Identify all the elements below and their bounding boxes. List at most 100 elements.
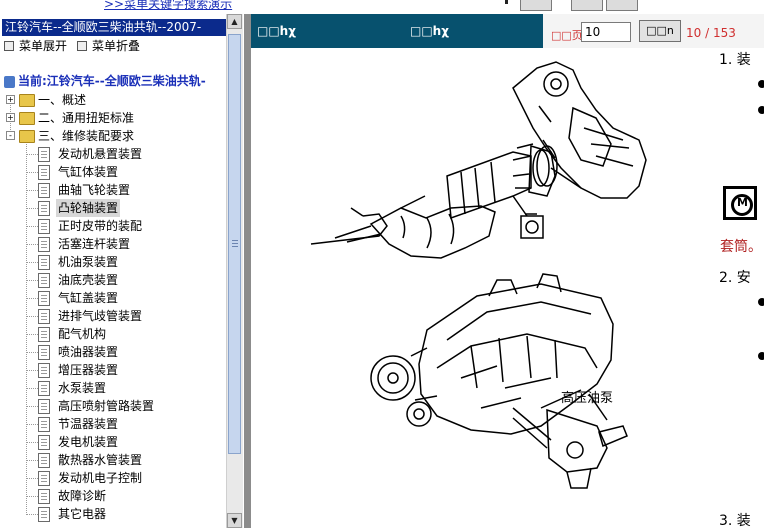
document-icon [38, 417, 50, 432]
tree-item[interactable]: 故障诊断 [0, 487, 226, 505]
tree-branch-line [26, 496, 38, 497]
scroll-thumb[interactable] [228, 34, 241, 454]
bullet-2 [758, 106, 764, 114]
tree-item[interactable]: 机油泵装置 [0, 253, 226, 271]
step-1-text: 1. 装 [719, 52, 751, 68]
scroll-grip-icon [232, 240, 238, 241]
tree-item-label: 气缸盖装置 [58, 291, 119, 305]
folder-icon [19, 94, 35, 107]
top-strip: >>菜单关键字搜索演示 [0, 0, 764, 14]
document-icon [38, 237, 50, 252]
tree-item[interactable]: 喷油器装置 [0, 343, 226, 361]
computer-icon [4, 75, 15, 88]
document-viewer[interactable]: 高压油泵 1. 装 M 套筒。 2. 安 3. 装 [251, 48, 764, 528]
tree-branch-line [26, 298, 38, 299]
tree-branch-line [26, 262, 38, 263]
document-icon [38, 309, 50, 324]
collapse-menu-label: 菜单折叠 [92, 39, 141, 53]
toolbar-fragment [505, 0, 508, 4]
tree-item-label: 其它电器 [58, 507, 107, 521]
tree-folder-label: 三、维修装配要求 [38, 129, 135, 143]
tree-folder-1[interactable]: + 一、概述 [0, 91, 226, 109]
document-icon [38, 219, 50, 234]
tree-branch-line [26, 244, 38, 245]
tree-item-label: 故障诊断 [58, 489, 107, 503]
tree-item-label: 散热器水管装置 [58, 453, 143, 467]
tree-item[interactable]: 凸轮轴装置 [0, 199, 226, 217]
document-icon [38, 255, 50, 270]
tree-item-label: 正时皮带的装配 [58, 219, 143, 233]
tree-item[interactable]: 正时皮带的装配 [0, 217, 226, 235]
tree-item[interactable]: 高压喷射管路装置 [0, 397, 226, 415]
collapse-menu-button[interactable]: 菜单折叠 [77, 38, 140, 55]
tree-branch-line [26, 172, 38, 173]
page-count: 10 / 153 [686, 26, 736, 40]
tree-item[interactable]: 节温器装置 [0, 415, 226, 433]
expand-toggle-icon[interactable]: + [6, 113, 15, 122]
expand-toggle-icon[interactable]: + [6, 95, 15, 104]
step-3-text: 3. 装 [719, 513, 751, 528]
toolbar-button-1[interactable] [520, 0, 552, 11]
expand-toggle-icon[interactable]: - [6, 131, 15, 140]
tree-scrollbar[interactable]: ▲ ▼ [226, 14, 243, 528]
tree-branch-line [26, 226, 38, 227]
panel-title: 江铃汽车--全顺欧三柴油共轨--2007- [2, 19, 227, 36]
step-2-text: 2. 安 [719, 270, 751, 286]
keyword-search-demo-link[interactable]: >>菜单关键字搜索演示 [104, 0, 232, 12]
tree-folder-2[interactable]: + 二、通用扭矩标准 [0, 109, 226, 127]
tree-branch-line [26, 154, 38, 155]
document-icon [38, 453, 50, 468]
navigation-panel: 江铃汽车--全顺欧三柴油共轨--2007- 菜单展开 菜单折叠 当前:江铃汽车-… [0, 14, 244, 528]
scroll-up-arrow-icon[interactable]: ▲ [227, 14, 242, 29]
tree-folder-label: 二、通用扭矩标准 [38, 111, 135, 125]
tree-item[interactable]: 曲轴飞轮装置 [0, 181, 226, 199]
tree-branch-line [26, 190, 38, 191]
tree-item[interactable]: 散热器水管装置 [0, 451, 226, 469]
tree-branch-line [26, 316, 38, 317]
folder-icon [19, 112, 35, 125]
document-icon [38, 471, 50, 486]
tree-branch-line [26, 208, 38, 209]
collapse-icon [77, 40, 87, 51]
toolbar-button-3[interactable] [606, 0, 638, 11]
document-icon [38, 399, 50, 414]
camshaft-seal-diagram [310, 61, 647, 259]
tree-item[interactable]: 发电机装置 [0, 433, 226, 451]
folder-icon [19, 130, 35, 143]
page-number-input[interactable] [581, 22, 631, 42]
tree-item[interactable]: 发动机悬置装置 [0, 145, 226, 163]
tree-item[interactable]: 油底壳装置 [0, 271, 226, 289]
socket-text: 套筒。 [720, 239, 762, 255]
tree-item-label: 发动机悬置装置 [58, 147, 143, 161]
document-icon [38, 183, 50, 198]
toolbar-button-2[interactable] [571, 0, 603, 11]
tree-item[interactable]: 增压器装置 [0, 361, 226, 379]
viewer-header-right: □□hχ [410, 24, 449, 38]
tree-item[interactable]: 其它电器 [0, 505, 226, 523]
tree-item[interactable]: 气缸盖装置 [0, 289, 226, 307]
tree-branch-line [26, 334, 38, 335]
expand-menu-button[interactable]: 菜单展开 [4, 38, 67, 55]
tree-item-label: 活塞连杆装置 [58, 237, 131, 251]
tree-item[interactable]: 水泵装置 [0, 379, 226, 397]
document-icon [38, 327, 50, 342]
tree-item[interactable]: 活塞连杆装置 [0, 235, 226, 253]
panel-splitter[interactable] [244, 14, 251, 528]
bullet-3 [758, 298, 764, 306]
tree-folder-label: 一、概述 [38, 93, 87, 107]
go-page-button[interactable]: □□n [639, 20, 681, 42]
tree-item-label: 高压喷射管路装置 [58, 399, 155, 413]
tree-branch-line [26, 514, 38, 515]
tree-branch-line [26, 424, 38, 425]
tree-item[interactable]: 配气机构 [0, 325, 226, 343]
tree-folder-3[interactable]: - 三、维修装配要求 [0, 127, 226, 145]
tree-item-label: 凸轮轴装置 [56, 199, 121, 217]
tree-item[interactable]: 发动机电子控制 [0, 469, 226, 487]
tree-item-label: 机油泵装置 [58, 255, 119, 269]
document-icon [38, 345, 50, 360]
document-icon [38, 291, 50, 306]
tree-item[interactable]: 进排气歧管装置 [0, 307, 226, 325]
tree-item[interactable]: 气缸体装置 [0, 163, 226, 181]
scroll-down-arrow-icon[interactable]: ▼ [227, 513, 242, 528]
current-location-label: 当前:江铃汽车--全顺欧三柴油共轨- [18, 74, 206, 88]
